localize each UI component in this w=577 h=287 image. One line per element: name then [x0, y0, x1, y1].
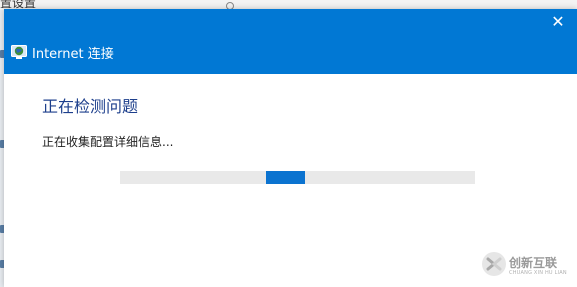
page-heading: 正在检测问题: [42, 97, 139, 116]
close-button[interactable]: ✕: [549, 13, 567, 31]
status-text: 正在收集配置详细信息...: [42, 135, 174, 149]
dialog-titlebar: ✕ Internet 连接: [4, 9, 577, 74]
watermark-text: 创新互联: [509, 256, 558, 270]
watermark: 创新互联 CHUANG XIN HU LIAN: [478, 243, 577, 287]
watermark-logo-icon: [482, 252, 506, 276]
watermark-subtext: CHUANG XIN HU LIAN: [509, 270, 567, 276]
dialog-title: Internet 连接: [32, 47, 114, 62]
close-icon: ✕: [551, 12, 565, 31]
progress-bar: [120, 171, 475, 184]
progress-indicator: [266, 171, 305, 184]
network-globe-icon: [11, 45, 27, 59]
screen: 置设置 ✕ Internet 连接 正在检测问题 正在收集配置详细信息... 创…: [0, 0, 577, 287]
